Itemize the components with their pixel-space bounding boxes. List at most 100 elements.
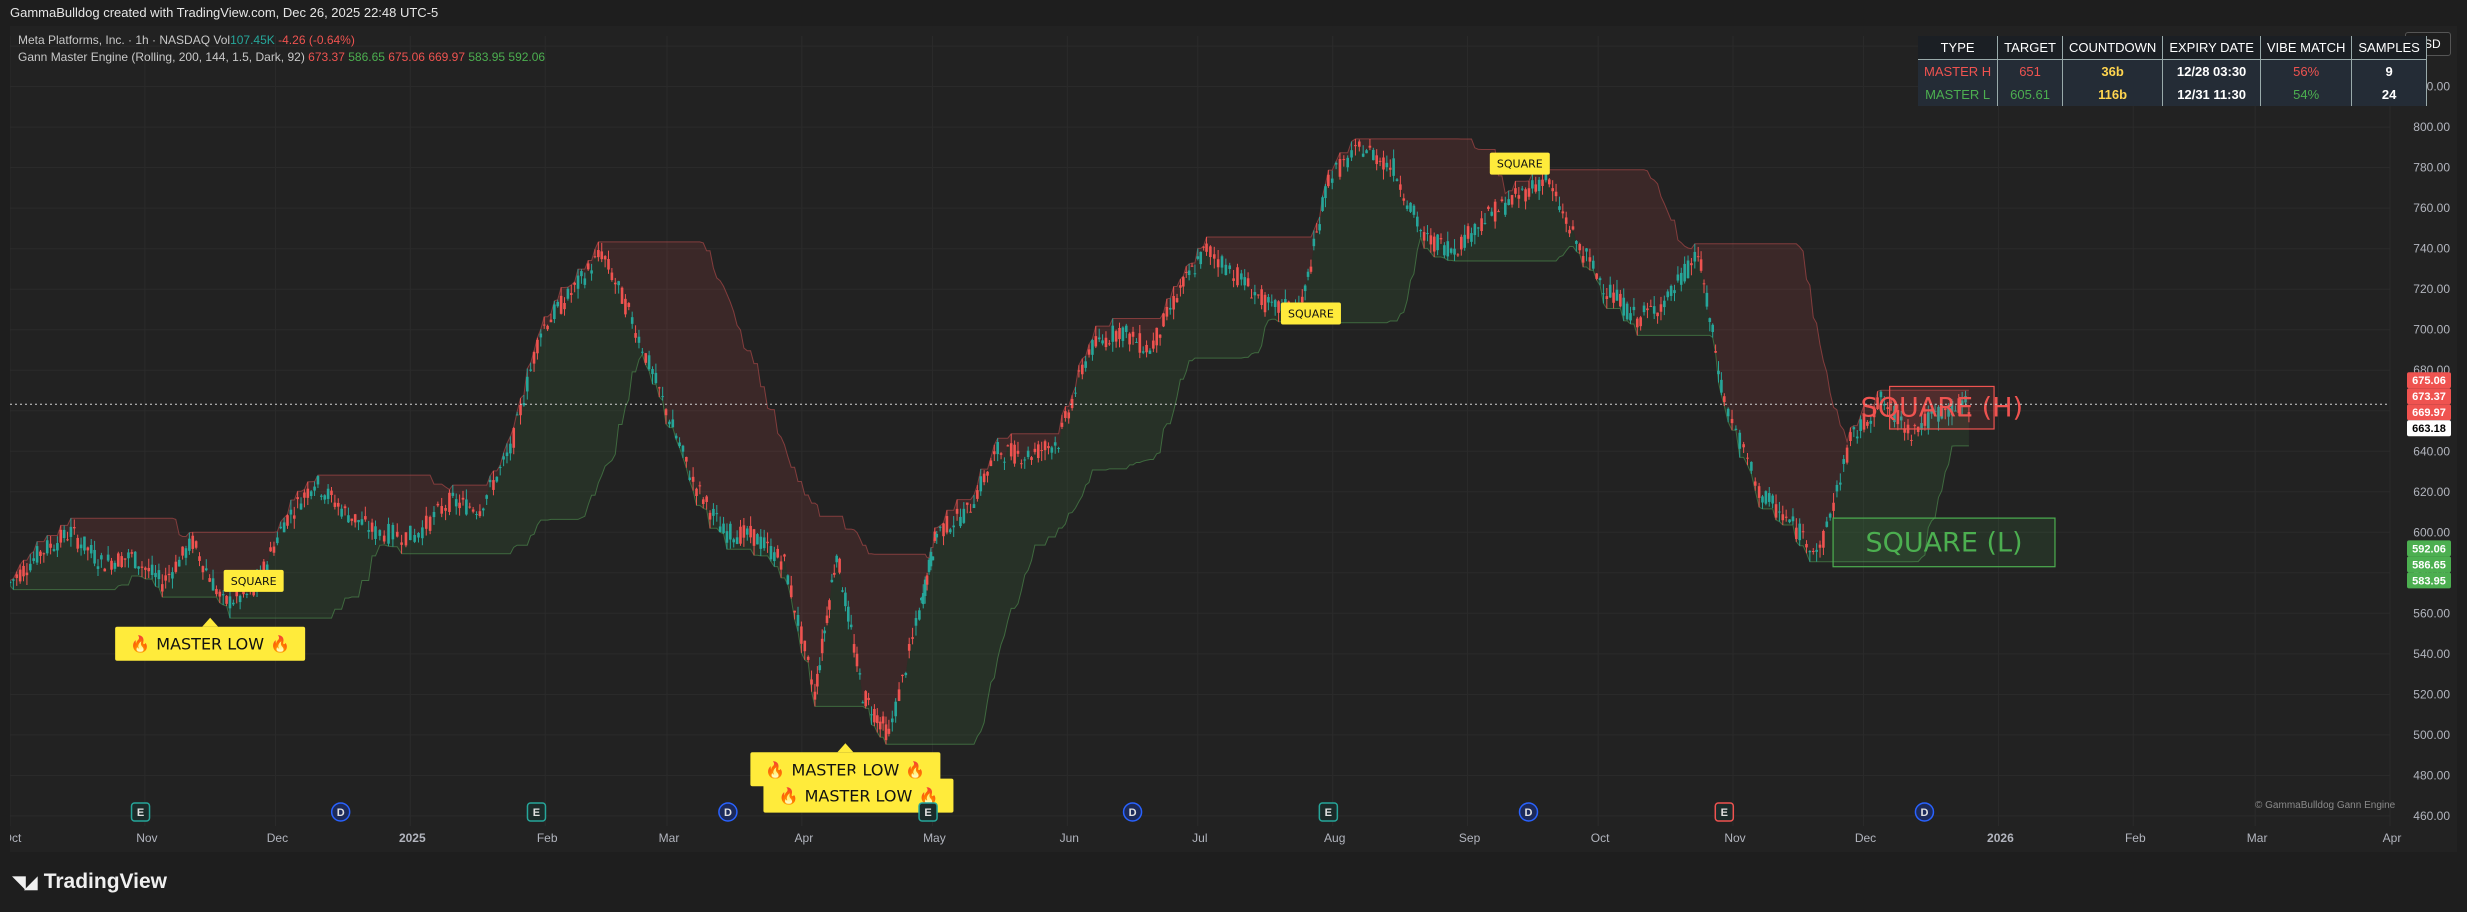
price-tag-label: 669.97 bbox=[2412, 407, 2446, 419]
candle-body bbox=[816, 673, 819, 687]
candle-body bbox=[1043, 441, 1047, 451]
x-tick-label: Apr bbox=[2383, 831, 2402, 845]
indicator-legend[interactable]: Gann Master Engine (Rolling, 200, 144, 1… bbox=[18, 49, 545, 66]
candle-body bbox=[1040, 450, 1043, 452]
candle-body bbox=[1023, 459, 1027, 461]
candle-body bbox=[1726, 408, 1730, 417]
chart-area[interactable]: 460.00480.00500.00520.00540.00560.00580.… bbox=[10, 26, 2457, 852]
candle-body bbox=[962, 508, 966, 523]
candle-body bbox=[698, 485, 702, 487]
candle-body bbox=[1121, 327, 1125, 341]
candle-body bbox=[1497, 211, 1500, 213]
candle-body bbox=[1439, 238, 1443, 240]
candle-body bbox=[1172, 296, 1175, 310]
x-tick-label: Nov bbox=[1724, 831, 1745, 845]
stats-cell-type: MASTER H bbox=[1918, 59, 1999, 83]
candle-body bbox=[884, 724, 888, 741]
candle-body bbox=[1845, 447, 1849, 463]
square-label: SQUARE bbox=[1288, 308, 1334, 321]
candle-body bbox=[512, 428, 516, 448]
candle-body bbox=[174, 561, 178, 572]
candle-body bbox=[610, 272, 614, 280]
event-marker-label: D bbox=[1920, 807, 1928, 819]
candle-body bbox=[1849, 432, 1852, 442]
candle-body bbox=[1832, 502, 1835, 511]
candle-body bbox=[844, 592, 847, 607]
candle-body bbox=[1330, 178, 1334, 183]
candle-body bbox=[498, 467, 502, 469]
candle-body bbox=[1578, 244, 1582, 251]
x-tick-label: Dec bbox=[267, 831, 288, 845]
candle-body bbox=[894, 701, 897, 717]
candle-body bbox=[729, 523, 732, 540]
candle-body bbox=[485, 495, 488, 499]
event-marker-label: E bbox=[533, 807, 540, 819]
candle-body bbox=[1346, 157, 1349, 168]
y-tick-label: 640.00 bbox=[2413, 444, 2450, 458]
candle-body bbox=[1187, 270, 1191, 276]
candle-body bbox=[1077, 370, 1081, 372]
candle-body bbox=[1388, 167, 1392, 170]
x-tick-label: 2026 bbox=[1987, 831, 2014, 845]
candle-body bbox=[1036, 444, 1040, 459]
candle-body bbox=[113, 562, 117, 569]
candle-body bbox=[999, 453, 1003, 455]
candle-body bbox=[1795, 527, 1798, 539]
candle-body bbox=[1128, 333, 1131, 345]
candle-body bbox=[157, 570, 161, 580]
candle-body bbox=[1720, 379, 1723, 393]
candle-body bbox=[1527, 188, 1531, 197]
candle-body bbox=[45, 540, 49, 554]
candle-body bbox=[103, 568, 107, 572]
candle-body bbox=[1781, 514, 1785, 521]
candle-body bbox=[1067, 412, 1071, 419]
tradingview-logo[interactable]: ◥◢ TradingView bbox=[12, 870, 167, 894]
candle-body bbox=[965, 502, 969, 505]
candle-body bbox=[52, 549, 56, 551]
indicator-value: 583.95 bbox=[468, 50, 509, 64]
candle-body bbox=[759, 536, 763, 549]
candle-body bbox=[1016, 450, 1020, 454]
candle-body bbox=[1402, 198, 1406, 201]
candle-body bbox=[925, 575, 929, 585]
candle-body bbox=[989, 460, 993, 467]
candle-body bbox=[539, 333, 543, 338]
candle-body bbox=[144, 567, 147, 570]
candle-body bbox=[756, 534, 759, 545]
candle-body bbox=[952, 525, 955, 528]
candle-body bbox=[603, 256, 607, 260]
candle-body bbox=[1825, 521, 1829, 527]
candle-body bbox=[272, 546, 276, 553]
candle-body bbox=[637, 336, 641, 343]
price-chart[interactable]: 460.00480.00500.00520.00540.00560.00580.… bbox=[10, 26, 2457, 852]
candle-body bbox=[66, 539, 69, 541]
candle-body bbox=[160, 584, 164, 592]
candle-body bbox=[1138, 333, 1142, 353]
y-tick-label: 760.00 bbox=[2413, 201, 2450, 215]
candle-body bbox=[878, 721, 882, 730]
candle-body bbox=[718, 526, 722, 533]
candle-body bbox=[1361, 153, 1365, 157]
candle-body bbox=[1193, 273, 1197, 275]
candle-body bbox=[525, 376, 529, 392]
candle-body bbox=[1460, 236, 1463, 250]
candle-body bbox=[86, 547, 90, 551]
candle-body bbox=[1334, 162, 1338, 165]
candle-body bbox=[732, 539, 736, 543]
master-low-label: MASTER LOW bbox=[156, 635, 264, 654]
candle-body bbox=[769, 546, 773, 560]
candle-body bbox=[1839, 482, 1842, 485]
candle-body bbox=[1510, 195, 1514, 205]
candle-body bbox=[432, 511, 436, 518]
stats-header-cell: SAMPLES bbox=[2351, 36, 2427, 60]
candle-body bbox=[1321, 197, 1324, 211]
candle-body bbox=[1412, 205, 1416, 215]
candle-body bbox=[1357, 141, 1361, 147]
candle-body bbox=[1463, 234, 1466, 248]
indicator-value: 592.06 bbox=[508, 50, 546, 64]
candle-body bbox=[1608, 284, 1612, 298]
candle-body bbox=[181, 546, 184, 556]
candle-body bbox=[1750, 461, 1753, 471]
candle-body bbox=[10, 581, 12, 584]
candle-body bbox=[867, 697, 870, 701]
